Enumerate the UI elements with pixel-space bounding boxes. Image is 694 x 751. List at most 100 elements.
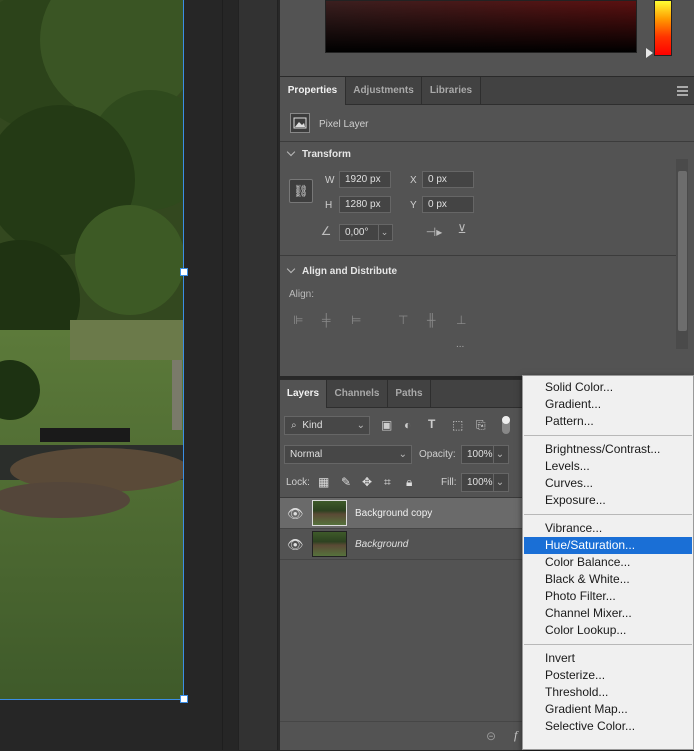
layer-filter-select[interactable]: ⌕ Kind ⌄ xyxy=(284,416,370,435)
chevron-down-icon: ⌄ xyxy=(398,449,407,460)
menu-item[interactable]: Exposure... xyxy=(524,492,692,509)
transform-handle-right[interactable] xyxy=(180,268,188,276)
chevron-down-icon[interactable]: ⌄ xyxy=(378,225,390,240)
selection-edge-right xyxy=(183,0,184,700)
menu-item[interactable]: Curves... xyxy=(524,475,692,492)
align-vertical-center-icon[interactable]: ╫ xyxy=(427,313,436,327)
layer-type-label: Pixel Layer xyxy=(319,119,369,130)
canvas-photo xyxy=(0,0,184,700)
chevron-down-icon[interactable]: ⌄ xyxy=(493,446,506,463)
filter-shape-icon[interactable]: ⬚ xyxy=(452,418,463,432)
layer-name[interactable]: Background xyxy=(355,539,408,550)
transform-title: Transform xyxy=(302,149,351,160)
opacity-field[interactable]: 100% ⌄ xyxy=(461,445,509,464)
align-top-icon[interactable]: ⊤ xyxy=(398,313,408,327)
more-options[interactable]: ... xyxy=(456,339,464,350)
menu-item[interactable]: Photo Filter... xyxy=(524,588,692,605)
menu-item[interactable]: Levels... xyxy=(524,458,692,475)
lock-position-icon[interactable]: ✥ xyxy=(362,475,372,489)
align-horizontal-center-icon[interactable]: ╪ xyxy=(322,313,331,327)
tab-channels[interactable]: Channels xyxy=(327,380,388,408)
transform-handle-bottom-right[interactable] xyxy=(180,695,188,703)
align-label: Align: xyxy=(289,289,315,300)
menu-item[interactable]: Color Lookup... xyxy=(524,622,692,639)
menu-item[interactable]: Gradient... xyxy=(524,396,692,413)
filter-kind-value: Kind xyxy=(302,420,323,431)
blend-mode-select[interactable]: Normal ⌄ xyxy=(284,445,412,464)
layer-style-icon[interactable]: f xyxy=(514,728,517,743)
angle-icon: ∠ xyxy=(320,224,332,238)
tab-paths[interactable]: Paths xyxy=(388,380,431,408)
y-field[interactable]: 0 px xyxy=(422,196,474,213)
angle-field[interactable]: 0,00° ⌄ xyxy=(339,224,393,241)
tab-adjustments[interactable]: Adjustments xyxy=(346,77,422,105)
properties-scrollbar-thumb[interactable] xyxy=(678,171,687,331)
document-canvas[interactable] xyxy=(0,0,222,750)
x-field[interactable]: 0 px xyxy=(422,171,474,188)
properties-panel: Properties Adjustments Libraries Pixel L… xyxy=(280,76,694,376)
layer-row[interactable]: 👁︎ Background copy xyxy=(280,498,522,529)
layers-footer: ⊝ f xyxy=(280,721,522,751)
lock-image-pixels-icon[interactable]: ✎ xyxy=(341,475,351,489)
align-right-icon[interactable]: ⊨ xyxy=(351,313,361,327)
height-field[interactable]: 1280 px xyxy=(339,196,391,213)
angle-value: 0,00° xyxy=(345,227,369,238)
filter-toggle-icon[interactable] xyxy=(502,416,510,434)
menu-item[interactable]: Solid Color... xyxy=(524,379,692,396)
visibility-eye-icon[interactable]: 👁︎ xyxy=(287,506,304,522)
color-field[interactable] xyxy=(325,0,637,53)
tab-layers[interactable]: Layers xyxy=(280,380,327,408)
flip-vertical-icon[interactable]: ⊻ xyxy=(453,222,471,236)
chevron-down-icon xyxy=(286,264,296,274)
link-layers-icon[interactable]: ⊝ xyxy=(486,729,496,743)
layer-name[interactable]: Background copy xyxy=(355,508,432,519)
properties-tabbar: Properties Adjustments Libraries xyxy=(280,77,694,105)
menu-item[interactable]: Vibrance... xyxy=(524,520,692,537)
flip-horizontal-icon[interactable]: ⊣▸ xyxy=(425,225,443,239)
align-section-header[interactable]: Align and Distribute xyxy=(286,264,397,277)
width-field[interactable]: 1920 px xyxy=(339,171,391,188)
menu-item[interactable]: Hue/Saturation... xyxy=(524,537,692,554)
chevron-down-icon[interactable]: ⌄ xyxy=(493,474,506,491)
layer-row[interactable]: 👁︎ Background xyxy=(280,529,522,560)
menu-separator xyxy=(524,514,692,515)
transform-section-header[interactable]: Transform xyxy=(286,147,351,160)
align-title: Align and Distribute xyxy=(302,266,397,277)
filter-smart-object-icon[interactable]: ⎘ xyxy=(476,418,486,433)
filter-pixel-icon[interactable]: ▣ xyxy=(381,418,392,432)
menu-item[interactable]: Color Balance... xyxy=(524,554,692,571)
link-dimensions-icon[interactable]: ⛓ xyxy=(289,179,313,203)
menu-item[interactable]: Pattern... xyxy=(524,413,692,430)
menu-item[interactable]: Brightness/Contrast... xyxy=(524,441,692,458)
align-bottom-icon[interactable]: ⊥ xyxy=(456,313,466,327)
menu-item[interactable]: Gradient Map... xyxy=(524,701,692,718)
layer-thumbnail xyxy=(312,531,347,557)
menu-item[interactable]: Threshold... xyxy=(524,684,692,701)
menu-separator xyxy=(524,435,692,436)
lock-all-icon[interactable]: 🔒︎ xyxy=(406,475,412,490)
menu-item[interactable]: Selective Color... xyxy=(524,718,692,735)
lock-artboard-icon[interactable]: ⌗ xyxy=(384,475,391,490)
selection-edge-bottom xyxy=(0,699,184,700)
color-panel xyxy=(280,0,694,76)
panel-menu-icon[interactable] xyxy=(677,86,688,96)
tab-libraries[interactable]: Libraries xyxy=(422,77,481,105)
fill-value: 100% xyxy=(467,477,493,488)
blend-mode-value: Normal xyxy=(290,449,323,460)
align-left-icon[interactable]: ⊫ xyxy=(293,313,303,327)
new-adjustment-layer-menu: Solid Color... Gradient... Pattern... Brigh… xyxy=(522,375,694,750)
lock-label: Lock: xyxy=(286,477,310,488)
tab-properties[interactable]: Properties xyxy=(280,77,346,105)
menu-item[interactable]: Posterize... xyxy=(524,667,692,684)
visibility-eye-icon[interactable]: 👁︎ xyxy=(287,537,304,553)
hue-slider[interactable] xyxy=(654,0,672,56)
lock-transparent-pixels-icon[interactable]: ▦ xyxy=(318,475,329,489)
menu-item[interactable]: Black & White... xyxy=(524,571,692,588)
search-icon: ⌕ xyxy=(291,420,297,431)
hue-slider-arrow-icon[interactable] xyxy=(646,48,653,58)
fill-field[interactable]: 100% ⌄ xyxy=(461,473,509,492)
menu-item[interactable]: Invert xyxy=(524,650,692,667)
menu-item[interactable]: Channel Mixer... xyxy=(524,605,692,622)
filter-adjustment-icon[interactable]: ◐ xyxy=(404,418,411,432)
filter-type-icon[interactable]: T xyxy=(428,417,435,431)
